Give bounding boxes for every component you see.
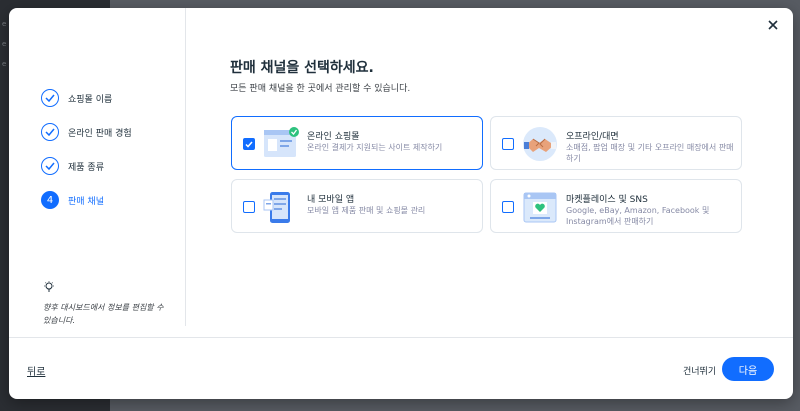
tip-box: 향후 대시보드에서 정보를 편집할 수 있습니다.	[43, 278, 173, 327]
channel-title: 온라인 쇼핑몰	[307, 132, 360, 142]
channel-description: 모바일 앱 제품 판매 및 쇼핑몰 관리	[307, 206, 426, 215]
channel-checkbox[interactable]	[502, 138, 514, 150]
footer-divider	[9, 337, 793, 338]
steps-sidebar: 쇼핑몰 이름 온라인 판매 경험 제품 종류 4 판매 채널 향후 대시보드에서…	[9, 8, 186, 326]
handshake-illustration	[523, 127, 557, 161]
channel-selection-dialog: 쇼핑몰 이름 온라인 판매 경험 제품 종류 4 판매 채널 향후 대시보드에서…	[9, 8, 793, 399]
marketplace-illustration	[523, 192, 557, 223]
background-text: e	[2, 20, 7, 28]
step-label: 쇼핑몰 이름	[68, 94, 113, 105]
check-icon	[41, 89, 59, 107]
background-text: e	[2, 40, 7, 48]
channel-description: 소매점, 팝업 매장 및 기타 오프라인 매장에서 판매하기	[566, 143, 734, 163]
step-store-name: 쇼핑몰 이름	[41, 89, 112, 107]
background-text: e	[2, 60, 7, 68]
close-button[interactable]	[765, 17, 781, 33]
channel-title: 오프라인/대면	[566, 132, 619, 142]
tip-text: 향후 대시보드에서 정보를 편집할 수 있습니다.	[43, 303, 164, 325]
online-store-illustration	[264, 127, 299, 157]
channel-description: Google, eBay, Amazon, Facebook 및 Instagr…	[566, 206, 710, 226]
step-label: 판매 채널	[68, 196, 104, 207]
step-number-badge: 4	[41, 191, 59, 209]
check-icon	[41, 157, 59, 175]
channel-card-offline[interactable]: 오프라인/대면 소매점, 팝업 매장 및 기타 오프라인 매장에서 판매하기	[490, 116, 742, 170]
channel-card-online-store[interactable]: 온라인 쇼핑몰 온라인 결제가 지원되는 사이트 제작하기	[231, 116, 483, 170]
checkmark-icon	[245, 141, 253, 148]
skip-button[interactable]: 건너뛰기	[683, 364, 716, 377]
close-icon	[768, 20, 778, 30]
check-icon	[41, 123, 59, 141]
step-label: 제품 종류	[68, 162, 104, 173]
step-online-experience: 온라인 판매 경험	[41, 123, 132, 141]
step-sales-channel: 4 판매 채널	[41, 191, 104, 209]
mobile-app-illustration	[263, 192, 290, 223]
channel-checkbox[interactable]	[243, 201, 255, 213]
channel-card-mobile-app[interactable]: 내 모바일 앱 모바일 앱 제품 판매 및 쇼핑몰 관리	[231, 179, 483, 233]
step-label: 온라인 판매 경험	[68, 128, 132, 139]
channel-title: 내 모바일 앱	[307, 195, 355, 205]
channel-title: 마켓플레이스 및 SNS	[566, 195, 648, 205]
lightbulb-icon	[44, 281, 54, 292]
step-product-type: 제품 종류	[41, 157, 104, 175]
back-link[interactable]: 뒤로	[27, 363, 45, 378]
next-button[interactable]: 다음	[722, 357, 774, 381]
channel-checkbox[interactable]	[502, 201, 514, 213]
page-subtitle: 모든 판매 채널을 한 곳에서 관리할 수 있습니다.	[230, 84, 411, 94]
channel-description: 온라인 결제가 지원되는 사이트 제작하기	[307, 143, 443, 152]
channel-card-marketplace-sns[interactable]: 마켓플레이스 및 SNS Google, eBay, Amazon, Faceb…	[490, 179, 742, 233]
page-title: 판매 채널을 선택하세요.	[230, 60, 374, 76]
channel-checkbox[interactable]	[243, 138, 255, 150]
